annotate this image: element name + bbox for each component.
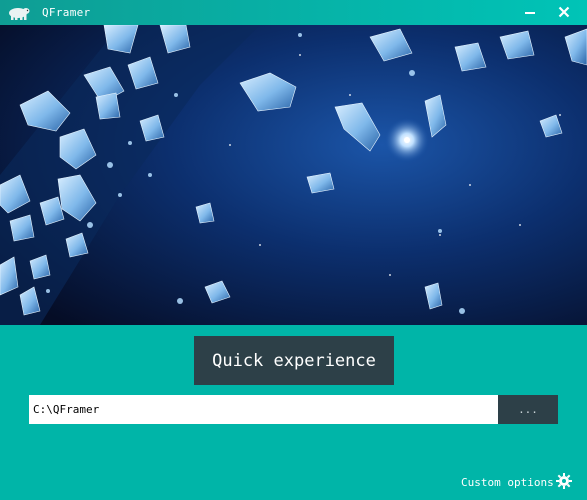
title-bar[interactable]: QFramer [0, 0, 587, 25]
install-path-input[interactable] [29, 395, 498, 424]
gear-icon[interactable] [556, 473, 572, 489]
close-icon [558, 3, 570, 22]
window-title: QFramer [42, 6, 91, 19]
custom-options-link[interactable]: Custom options [461, 474, 554, 490]
quick-experience-button[interactable]: Quick experience [194, 336, 394, 385]
banner-image [0, 25, 587, 325]
close-button[interactable] [547, 0, 581, 25]
minimize-icon [524, 3, 536, 22]
browse-button[interactable]: ... [498, 395, 558, 424]
minimize-button[interactable] [513, 0, 547, 25]
polar-bear-icon [6, 5, 30, 20]
